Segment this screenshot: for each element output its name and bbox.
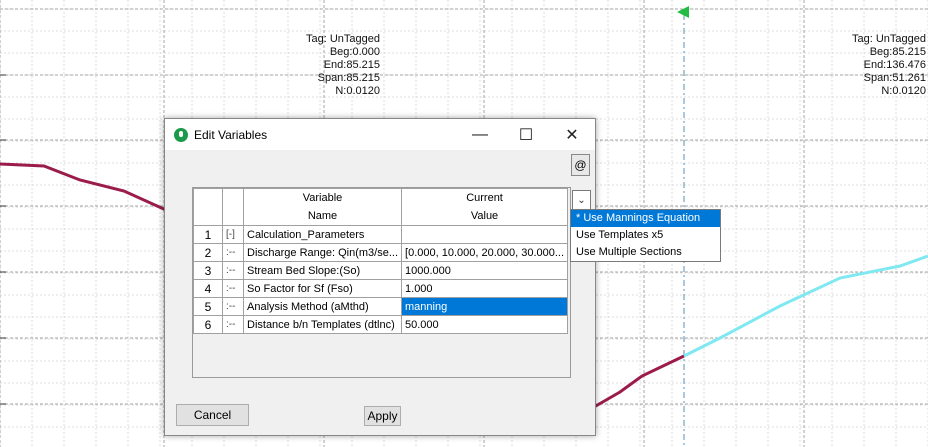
row-number[interactable]: 6 [193, 315, 223, 334]
dropdown-option[interactable]: Use Multiple Sections [571, 244, 720, 261]
tag-line: Span:51.261 [863, 72, 926, 84]
tag-line: Tag: UnTagged [852, 33, 926, 45]
variable-name: Distance b/n Templates (dtlnc) [242, 315, 403, 334]
variable-value[interactable]: [0.000, 10.000, 20.000, 30.000... [401, 243, 569, 262]
row-number[interactable]: 2 [193, 243, 223, 262]
row-toggle: :-- [222, 243, 244, 262]
analysis-method-dropdown: * Use Mannings Equation Use Templates x5… [570, 209, 721, 262]
table-row[interactable]: 1 [-] Calculation_Parameters [193, 225, 569, 244]
row-number[interactable]: 1 [193, 225, 223, 244]
station-marker-icon[interactable] [677, 6, 689, 18]
tag-label-left: Tag: UnTagged Beg:0.000 End:85.215 Span:… [290, 33, 380, 98]
close-button[interactable]: ✕ [549, 119, 595, 150]
row-number[interactable]: 4 [193, 279, 223, 298]
table-row[interactable]: 2 :-- Discharge Range: Qin(m3/se... [0.0… [193, 243, 569, 262]
tag-line: Span:85.215 [317, 72, 380, 84]
dropdown-chevron-icon[interactable]: ⌄ [572, 190, 591, 211]
variable-name: Calculation_Parameters [242, 225, 403, 244]
dropdown-option[interactable]: * Use Mannings Equation [571, 210, 720, 227]
tag-line: End:85.215 [323, 59, 380, 71]
maximize-button[interactable]: ☐ [503, 119, 549, 150]
row-toggle: :-- [222, 261, 244, 280]
variable-value-selected[interactable]: manning [401, 297, 569, 316]
row-toggle: :-- [222, 315, 244, 334]
table-row[interactable]: 5 :-- Analysis Method (aMthd) manning [193, 297, 569, 316]
variable-name: Analysis Method (aMthd) [242, 297, 403, 316]
table-header-row: Variable Name Current Value [193, 188, 569, 226]
tag-line: Beg:0.000 [329, 46, 380, 58]
row-number[interactable]: 5 [193, 297, 223, 316]
row-toggle: :-- [222, 297, 244, 316]
right-profile-line [683, 254, 928, 358]
dropdown-option[interactable]: Use Templates x5 [571, 227, 720, 244]
variable-name: Stream Bed Slope:(So) [242, 261, 403, 280]
header-toggle [222, 188, 244, 226]
at-button[interactable]: @ [571, 154, 590, 176]
table-row[interactable]: 4 :-- So Factor for Sf (Fso) 1.000 [193, 279, 569, 298]
tag-line: End:136.476 [863, 59, 926, 71]
tag-line: Tag: UnTagged [306, 33, 380, 45]
table-row[interactable]: 6 :-- Distance b/n Templates (dtlnc) 50.… [193, 315, 569, 334]
variable-value[interactable]: 50.000 [401, 315, 569, 334]
variable-value[interactable] [401, 225, 569, 244]
row-toggle: :-- [222, 279, 244, 298]
tag-line: Beg:85.215 [869, 46, 926, 58]
row-toggle[interactable]: [-] [222, 225, 244, 244]
dialog-title: Edit Variables [194, 128, 268, 142]
header-text: Name [307, 210, 338, 222]
variable-name: So Factor for Sf (Fso) [242, 279, 403, 298]
header-corner [193, 188, 223, 226]
cancel-button[interactable]: Cancel [176, 404, 249, 426]
variables-grid: Variable Name Current Value 1 [-] Calculat… [192, 187, 571, 378]
minimize-button[interactable]: — [457, 119, 503, 150]
header-text: Variable [302, 192, 343, 204]
variable-name: Discharge Range: Qin(m3/se... [242, 243, 403, 262]
left-profile-line [0, 162, 167, 212]
column-header-name[interactable]: Variable Name [242, 188, 403, 226]
tag-line: N:0.0120 [881, 85, 926, 97]
header-text: Value [470, 210, 499, 222]
edit-variables-dialog: Edit Variables — ☐ ✕ @ Variable Name Curr… [164, 118, 596, 436]
variables-table: Variable Name Current Value 1 [-] Calculat… [193, 188, 569, 334]
table-row[interactable]: 3 :-- Stream Bed Slope:(So) 1000.000 [193, 261, 569, 280]
header-text: Current [466, 192, 503, 204]
variable-value[interactable]: 1000.000 [401, 261, 569, 280]
tag-label-right: Tag: UnTagged Beg:85.215 End:136.476 Spa… [830, 33, 926, 98]
tag-line: N:0.0120 [335, 85, 380, 97]
dialog-titlebar[interactable]: Edit Variables — ☐ ✕ [165, 119, 595, 150]
variable-value[interactable]: 1.000 [401, 279, 569, 298]
row-number[interactable]: 3 [193, 261, 223, 280]
apply-button[interactable]: Apply [364, 406, 401, 426]
app-icon [174, 128, 188, 142]
column-header-value[interactable]: Current Value [401, 188, 569, 226]
